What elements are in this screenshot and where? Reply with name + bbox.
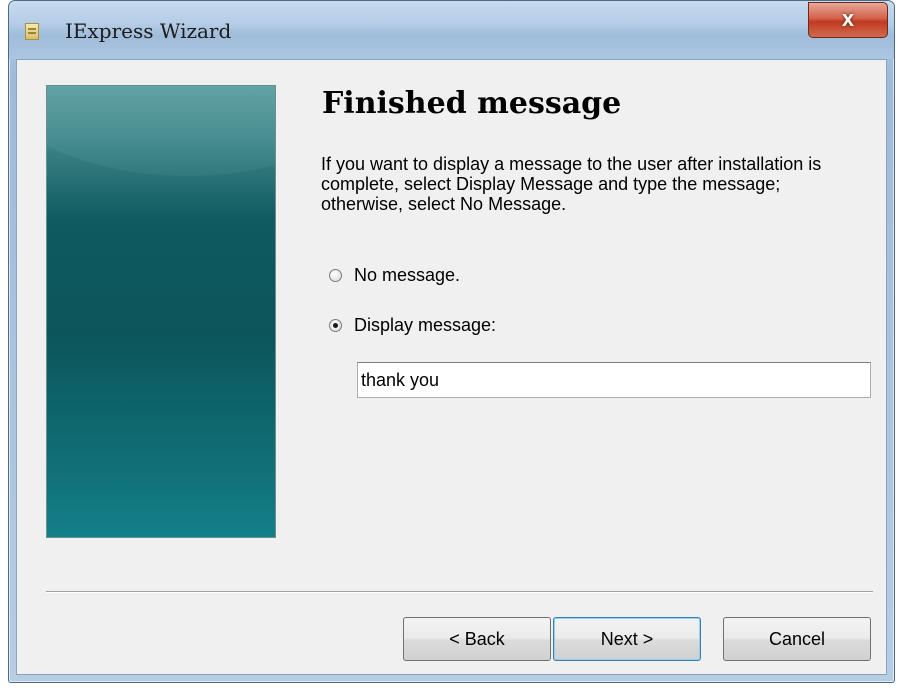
app-icon <box>25 23 39 40</box>
page-description: If you want to display a message to the … <box>321 154 822 214</box>
no-message-option[interactable]: No message. <box>329 265 460 286</box>
footer-separator <box>46 591 873 593</box>
back-button[interactable]: < Back <box>403 617 551 661</box>
message-text-input[interactable] <box>357 362 871 398</box>
wizard-side-banner <box>46 85 276 538</box>
cancel-button[interactable]: Cancel <box>723 617 871 661</box>
no-message-label: No message. <box>354 265 461 285</box>
display-message-radio[interactable] <box>329 319 342 332</box>
iexpress-wizard-window: IExpress Wizard x Finished message If yo… <box>8 0 895 683</box>
no-message-radio[interactable] <box>329 269 342 282</box>
title-bar[interactable]: IExpress Wizard x <box>9 1 894 59</box>
display-message-option[interactable]: Display message: <box>329 315 496 336</box>
window-title: IExpress Wizard <box>65 19 232 43</box>
close-button[interactable]: x <box>808 2 888 38</box>
next-button[interactable]: Next > <box>553 617 701 661</box>
page-title: Finished message <box>322 86 622 121</box>
wizard-content: Finished message If you want to display … <box>16 59 887 675</box>
display-message-label: Display message: <box>354 315 497 335</box>
